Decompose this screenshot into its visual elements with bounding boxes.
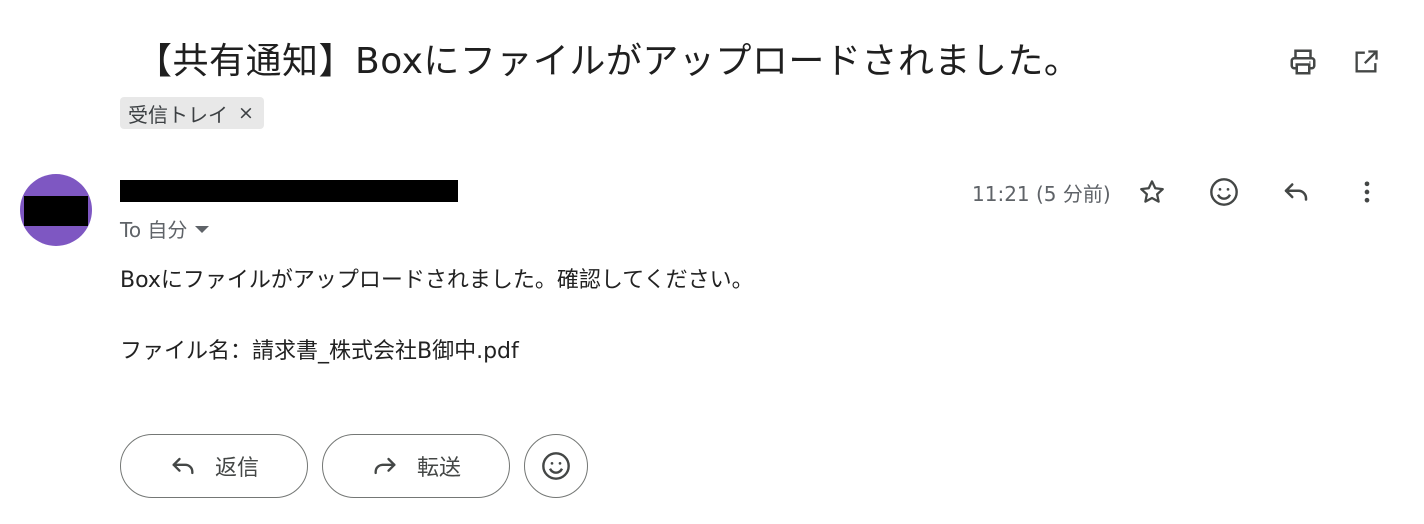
email-body-line: Boxにファイルがアップロードされました。確認してください。 [120, 268, 754, 293]
reply-button[interactable]: 返信 [120, 434, 308, 498]
open-in-new-window-icon[interactable] [1346, 42, 1386, 82]
emoji-reaction-icon[interactable] [1204, 172, 1244, 212]
emoji-reaction-icon [540, 450, 572, 482]
recipient-text: To 自分 [120, 218, 188, 242]
print-icon[interactable] [1283, 42, 1323, 82]
email-subject: 【共有通知】Boxにファイルがアップロードされました。 [136, 41, 1081, 82]
recipient-details-toggle[interactable]: To 自分 [120, 214, 210, 243]
reply-icon [169, 452, 197, 480]
forward-button[interactable]: 転送 [322, 434, 510, 498]
sender-name-redaction [120, 180, 458, 202]
label-text: 受信トレイ [128, 102, 228, 127]
remove-label-icon[interactable]: × [238, 102, 254, 124]
inbox-label-chip[interactable]: 受信トレイ × [120, 97, 264, 129]
email-body-line: ファイル名：請求書_株式会社B御中.pdf [120, 339, 519, 364]
forward-label: 転送 [416, 456, 461, 481]
more-vert-icon[interactable] [1347, 172, 1387, 212]
avatar-redaction [24, 196, 88, 226]
reply-label: 返信 [214, 456, 259, 481]
forward-icon [371, 452, 399, 480]
emoji-reaction-button[interactable] [524, 434, 588, 498]
avatar[interactable] [20, 174, 92, 246]
star-icon[interactable] [1132, 172, 1172, 212]
chevron-down-icon [195, 226, 210, 233]
email-view: 【共有通知】Boxにファイルがアップロードされました。 受信トレイ × To 自… [0, 0, 1424, 524]
reply-icon[interactable] [1276, 172, 1316, 212]
timestamp: 11:21 (5 分前) [972, 182, 1111, 206]
